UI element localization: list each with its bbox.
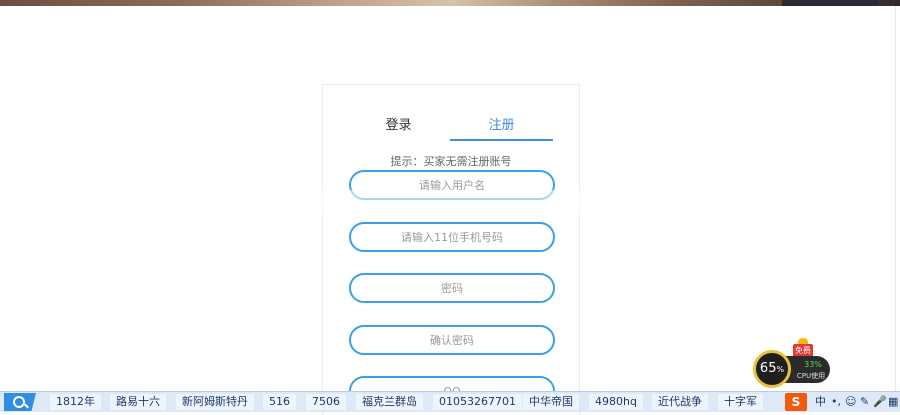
gift-icon[interactable]: 免费	[791, 338, 815, 358]
hot-word[interactable]: 新阿姆斯特丹	[176, 394, 254, 410]
hot-word[interactable]: 516	[263, 394, 296, 410]
register-hint: 提示：买家无需注册账号	[390, 155, 512, 168]
right-edge-line	[895, 6, 896, 391]
emoji-icon[interactable]: ☺	[845, 395, 856, 409]
gift-label: 免费	[795, 346, 811, 355]
confirm-password-input[interactable]	[349, 325, 555, 355]
search-taskbar: 1812年 路易十六 新阿姆斯特丹 516 7506 福克兰群岛 0105326…	[0, 391, 900, 412]
toolbox-icon[interactable]: ▦	[888, 395, 898, 409]
top-strip-dark-region	[782, 0, 878, 6]
hot-word[interactable]: 十字军	[718, 394, 763, 410]
hot-word[interactable]: 路易十六	[110, 394, 166, 410]
hot-word[interactable]: 01053267701	[433, 394, 522, 410]
cpu-ring-value: 65	[759, 361, 777, 376]
hot-word[interactable]: 福克兰群岛	[356, 394, 423, 410]
register-card: 登录 注册 提示：买家无需注册账号	[322, 84, 580, 415]
cpu-usage-label: CPU使用	[796, 372, 826, 380]
cpu-ring-gauge[interactable]: 65%	[753, 350, 791, 388]
auth-tabs: 登录 注册	[347, 117, 553, 141]
pen-icon[interactable]: ✎	[860, 395, 869, 409]
hot-word[interactable]: 中华帝国	[523, 394, 579, 410]
username-input[interactable]	[349, 170, 555, 200]
mic-icon[interactable]: 🎤	[873, 395, 887, 409]
tab-register[interactable]: 注册	[450, 117, 553, 141]
hot-word[interactable]: 1812年	[50, 394, 101, 410]
top-photo-strip	[0, 0, 900, 6]
hot-word[interactable]: 近代战争	[652, 394, 708, 410]
cpu-ring-unit: %	[776, 365, 785, 374]
search-icon-handle	[24, 403, 29, 409]
punctuation-toggle-icon[interactable]: •,	[831, 395, 841, 409]
ime-lang-toggle[interactable]: 中	[815, 395, 826, 409]
search-icon	[13, 396, 25, 408]
hot-word[interactable]: 4980hq	[589, 394, 643, 410]
phone-input[interactable]	[349, 222, 555, 252]
cpu-ring-value-wrap: 65%	[756, 361, 788, 376]
password-input[interactable]	[349, 273, 555, 303]
hot-word[interactable]: 7506	[306, 394, 346, 410]
tab-login[interactable]: 登录	[347, 117, 450, 139]
sogou-ime-icon[interactable]: S	[785, 393, 807, 411]
cpu-usage-percent: 33%	[804, 360, 822, 369]
search-button[interactable]	[4, 393, 36, 411]
